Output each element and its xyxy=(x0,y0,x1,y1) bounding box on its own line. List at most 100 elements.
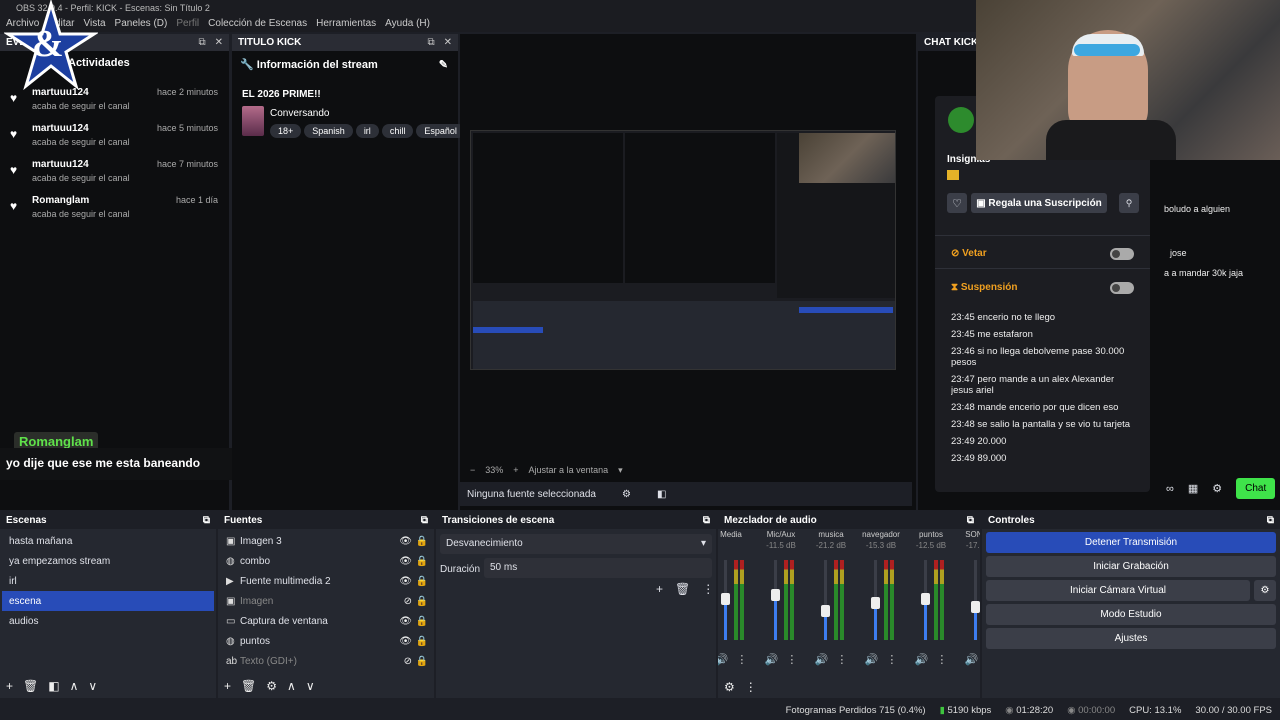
float-icon[interactable]: ⧉ xyxy=(421,515,428,526)
speaker-icon[interactable]: 🔊 xyxy=(718,653,728,666)
volume-slider[interactable] xyxy=(771,560,780,640)
source-item[interactable]: ▣ Imagen 3 👁 🔒 xyxy=(218,531,434,551)
gear-icon[interactable]: ⚙ xyxy=(622,489,631,500)
speaker-icon[interactable]: 🔊 xyxy=(865,653,879,666)
edit-icon[interactable]: ✎ xyxy=(439,58,448,71)
float-icon[interactable]: ⧉ xyxy=(703,515,710,526)
float-icon[interactable]: ⧉ xyxy=(203,515,210,526)
scene-item[interactable]: escena xyxy=(2,591,214,611)
link-icon[interactable]: ∞ xyxy=(1166,483,1174,495)
stop-stream-button[interactable]: Detener Transmisión xyxy=(986,532,1276,553)
volume-slider[interactable] xyxy=(821,560,830,640)
source-item[interactable]: ◍ puntos 👁 🔒 xyxy=(218,631,434,651)
source-item[interactable]: ▭ Captura de ventana 👁 🔒 xyxy=(218,611,434,631)
start-recording-button[interactable]: Iniciar Grabación xyxy=(986,556,1276,577)
add-icon[interactable]: + xyxy=(6,679,13,693)
lock-icon[interactable]: 🔒 xyxy=(416,616,428,627)
volume-slider[interactable] xyxy=(721,560,730,640)
volume-slider[interactable] xyxy=(971,560,980,640)
settings-button[interactable]: Ajustes xyxy=(986,628,1276,649)
up-icon[interactable]: ∧ xyxy=(70,679,79,693)
veto-toggle[interactable] xyxy=(1110,248,1134,260)
source-item[interactable]: ▣ Imagen ⊘ 🔒 xyxy=(218,591,434,611)
pin-icon[interactable]: ⚲ xyxy=(1119,193,1139,213)
volume-slider-handle[interactable] xyxy=(771,588,780,601)
volume-slider[interactable] xyxy=(871,560,880,640)
scene-item[interactable]: hasta mañana xyxy=(2,531,214,551)
speaker-icon[interactable]: 🔊 xyxy=(815,653,829,666)
eye-icon[interactable]: 👁 xyxy=(399,576,412,587)
float-icon[interactable]: ⧉ xyxy=(198,37,205,48)
heart-icon[interactable]: ♡ xyxy=(947,193,967,213)
duration-input[interactable]: 50 ms xyxy=(484,558,712,578)
more-icon[interactable]: ⋮ xyxy=(936,653,947,666)
store-icon[interactable]: ▦ xyxy=(1188,482,1198,495)
gift-sub-button[interactable]: ▣ Regala una Suscripción xyxy=(971,193,1107,213)
source-item[interactable]: ab Texto (GDI+) ⊘ 🔒 xyxy=(218,651,434,671)
up-icon[interactable]: ∧ xyxy=(287,679,296,693)
eye-off-icon[interactable]: ⊘ xyxy=(404,596,412,607)
settings-icon[interactable]: ⚙ xyxy=(1212,482,1222,495)
menu-item-7[interactable]: Ayuda (H) xyxy=(385,18,430,32)
trash-icon[interactable]: 🗑 xyxy=(675,582,690,596)
float-icon[interactable]: ⧉ xyxy=(967,515,974,526)
float-icon[interactable]: ⧉ xyxy=(427,37,434,48)
filters-icon[interactable]: ◧ xyxy=(657,489,666,500)
scene-item[interactable]: audios xyxy=(2,611,214,631)
more-icon[interactable]: ⋮ xyxy=(786,653,797,666)
more-icon[interactable]: ⋮ xyxy=(702,582,714,596)
eye-icon[interactable]: 👁 xyxy=(399,556,412,567)
eye-icon[interactable]: 👁 xyxy=(399,616,412,627)
scene-item[interactable]: irl xyxy=(2,571,214,591)
volume-slider-handle[interactable] xyxy=(971,600,980,613)
volume-slider[interactable] xyxy=(921,560,930,640)
transition-select[interactable]: Desvanecimiento ▾ xyxy=(440,534,712,554)
close-icon[interactable]: ✕ xyxy=(215,37,223,48)
add-icon[interactable]: + xyxy=(656,582,663,596)
eye-off-icon[interactable]: ⊘ xyxy=(404,656,412,667)
volume-slider-handle[interactable] xyxy=(921,592,930,605)
lock-icon[interactable]: 🔒 xyxy=(416,536,428,547)
volume-slider-handle[interactable] xyxy=(871,596,880,609)
more-icon[interactable]: ⋮ xyxy=(886,653,897,666)
speaker-icon[interactable]: 🔊 xyxy=(915,653,929,666)
lock-icon[interactable]: 🔒 xyxy=(416,596,428,607)
menu-item-6[interactable]: Herramientas xyxy=(316,18,376,32)
more-icon[interactable]: ⋮ xyxy=(736,653,747,666)
gear-icon[interactable]: ⚙ xyxy=(266,679,277,693)
trash-icon[interactable]: 🗑 xyxy=(23,679,38,693)
source-item[interactable]: ◍ combo 👁 🔒 xyxy=(218,551,434,571)
timeout-toggle[interactable] xyxy=(1110,282,1134,294)
add-icon[interactable]: + xyxy=(224,679,231,693)
down-icon[interactable]: ∨ xyxy=(306,679,315,693)
source-item[interactable]: ▶ Fuente multimedia 2 👁 🔒 xyxy=(218,571,434,591)
speaker-icon[interactable]: 🔊 xyxy=(765,653,779,666)
trash-icon[interactable]: 🗑 xyxy=(241,679,256,693)
lock-icon[interactable]: 🔒 xyxy=(416,556,428,567)
menu-item-3[interactable]: Paneles (D) xyxy=(115,18,168,32)
volume-slider-handle[interactable] xyxy=(721,592,730,605)
zoom-in-icon[interactable]: + xyxy=(513,465,518,476)
preview-canvas[interactable] xyxy=(470,130,896,370)
eye-icon[interactable]: 👁 xyxy=(399,636,412,647)
close-icon[interactable]: ✕ xyxy=(444,37,452,48)
speaker-icon[interactable]: 🔊 xyxy=(965,653,979,666)
chat-button[interactable]: Chat xyxy=(1236,478,1276,499)
down-icon[interactable]: ∨ xyxy=(88,679,97,693)
volume-slider-handle[interactable] xyxy=(821,604,830,617)
menu-item-4[interactable]: Perfil xyxy=(176,18,199,32)
studio-mode-button[interactable]: Modo Estudio xyxy=(986,604,1276,625)
float-icon[interactable]: ⧉ xyxy=(1267,515,1274,526)
advanced-audio-icon[interactable]: ⚙ xyxy=(724,680,735,694)
eye-icon[interactable]: 👁 xyxy=(399,536,412,547)
lock-icon[interactable]: 🔒 xyxy=(416,636,428,647)
lock-icon[interactable]: 🔒 xyxy=(416,576,428,587)
start-virtual-camera-button[interactable]: Iniciar Cámara Virtual xyxy=(986,580,1250,601)
virtual-camera-settings-icon[interactable]: ⚙ xyxy=(1254,580,1276,601)
scene-item[interactable]: ya empezamos stream xyxy=(2,551,214,571)
filter-icon[interactable]: ◧ xyxy=(48,679,59,693)
zoom-out-icon[interactable]: − xyxy=(470,465,475,476)
fit-window-label[interactable]: Ajustar a la ventana xyxy=(529,465,609,476)
lock-icon[interactable]: 🔒 xyxy=(416,656,428,667)
chevron-down-icon[interactable]: ▾ xyxy=(618,465,623,476)
